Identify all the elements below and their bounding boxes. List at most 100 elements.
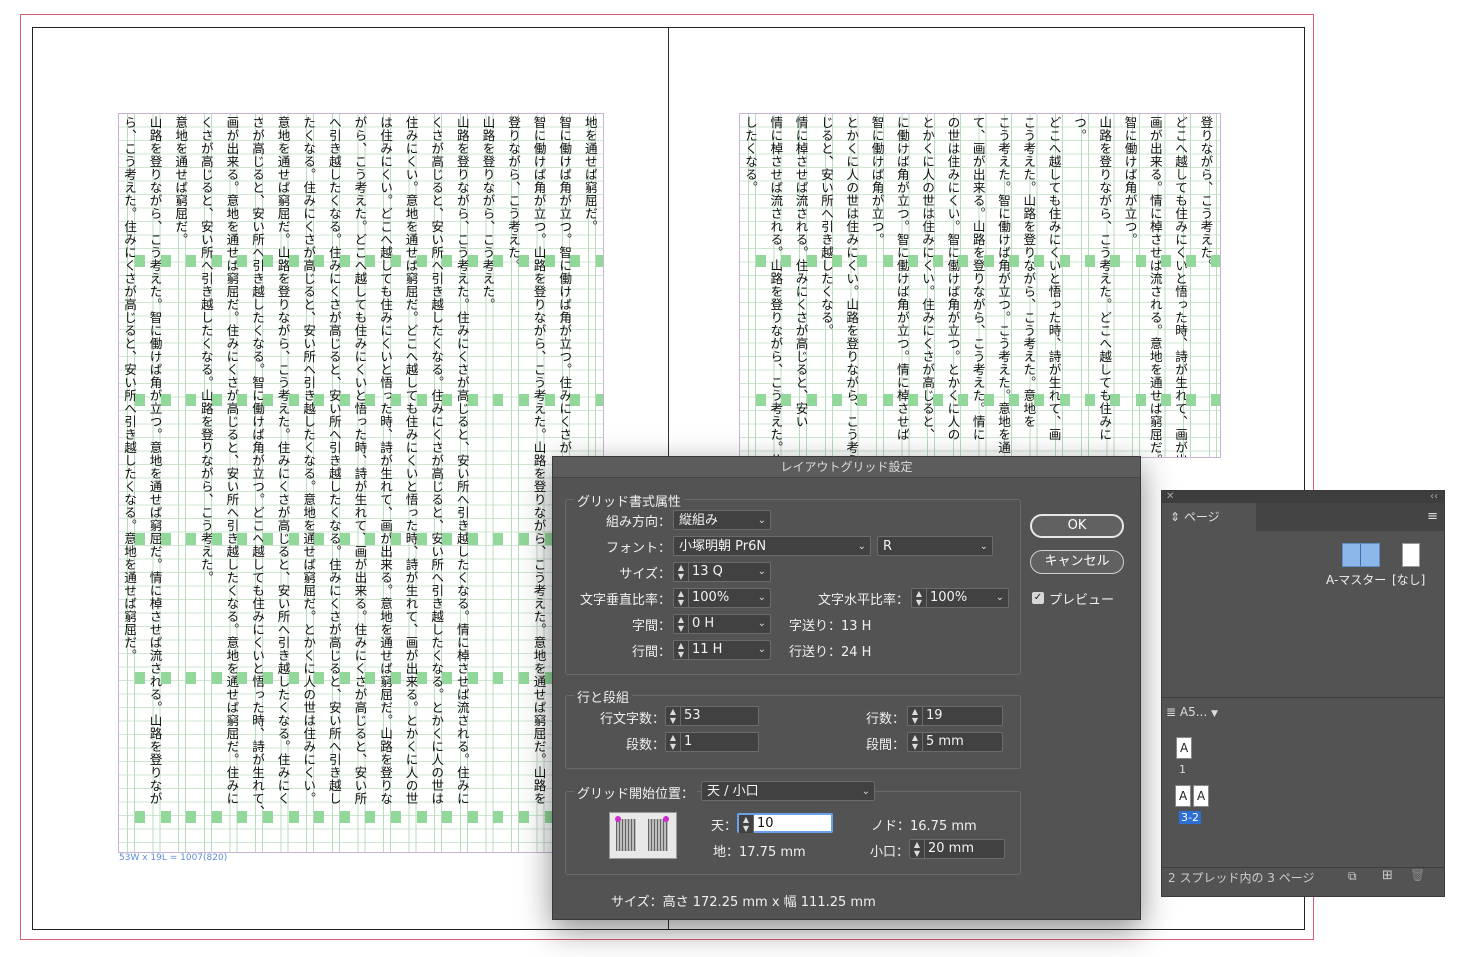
grid-highlight-cell <box>160 394 171 406</box>
page-2-thumb[interactable]: A <box>1175 785 1191 807</box>
new-page-icon[interactable]: ⊞ <box>1382 868 1393 883</box>
grid-highlight-cell <box>339 811 350 823</box>
grid-highlight-cell <box>519 255 529 267</box>
columns-value: 1 <box>684 734 693 749</box>
stepper-arrows-icon[interactable]: ▲ ▼ <box>739 815 754 833</box>
grid-highlight-cell <box>1186 255 1197 267</box>
stepper-arrows-icon[interactable]: ▲ ▼ <box>674 563 689 581</box>
grid-highlight-cell <box>882 394 893 406</box>
left-page-thumb <box>616 819 636 851</box>
stepper-arrows-icon[interactable]: ▲ ▼ <box>908 707 923 725</box>
grid-highlight-cell <box>1135 255 1146 267</box>
grid-highlight-cell <box>1034 255 1045 267</box>
outside-margin-stepper[interactable]: ▲ ▼ 20 mm <box>909 839 1005 859</box>
tab-pages[interactable]: ⇕ ページ <box>1162 503 1256 531</box>
stepper-arrows-icon[interactable]: ▲ ▼ <box>908 733 923 751</box>
grid-highlight-cell <box>442 533 453 545</box>
bottom-margin-info: 地：17.75 mm <box>713 845 806 860</box>
font-label: フォント： <box>605 541 671 556</box>
stepper-arrows-icon[interactable]: ▲ ▼ <box>912 589 927 607</box>
page-1-thumb[interactable]: A <box>1176 737 1192 759</box>
vertical-scale-stepper[interactable]: ▲ ▼ 100% ⌄ <box>673 588 771 608</box>
grid-highlight-cell <box>391 533 401 545</box>
right-page-text-frame[interactable]: したくなる。 情に棹させば流される。山路を登りながら、こう考えた。住みにく 情に棹さ… <box>739 113 1221 458</box>
grid-highlight-cell <box>135 394 145 406</box>
ok-button[interactable]: OK <box>1030 514 1124 538</box>
stepper-arrows-icon[interactable]: ▲ ▼ <box>910 840 925 858</box>
grid-highlight-cell <box>958 255 969 267</box>
line-gap-stepper[interactable]: ▲ ▼ 11 H ⌄ <box>673 640 771 660</box>
text-column: 智に働けば角が立つ。 <box>869 116 885 246</box>
delete-page-icon[interactable]: 🗑 <box>1410 868 1425 882</box>
grid-highlight-cell <box>135 255 145 267</box>
grid-highlight-cell <box>237 811 248 823</box>
close-icon[interactable]: ✕ <box>1166 491 1174 503</box>
grid-highlight-cell <box>237 533 248 545</box>
panel-menu-icon[interactable]: ≡ <box>1427 509 1438 524</box>
font-select[interactable]: 小塚明朝 Pr6N ⌄ <box>673 536 871 556</box>
lines-stepper[interactable]: ▲ ▼ 19 <box>907 706 1003 726</box>
stepper-arrows-icon[interactable]: ▲ ▼ <box>674 615 689 633</box>
horizontal-scale-stepper[interactable]: ▲ ▼ 100% ⌄ <box>911 588 1009 608</box>
font-style-value: R <box>883 539 893 554</box>
grid-highlight-cell <box>314 811 325 823</box>
grid-highlight-cell <box>416 811 427 823</box>
grid-highlight-cell <box>519 394 529 406</box>
grid-highlight-cell <box>263 533 273 545</box>
edit-page-size-icon[interactable]: ⧉ <box>1348 869 1357 884</box>
grid-start-select[interactable]: 天 / 小口 ⌄ <box>701 781 875 801</box>
grid-highlight-cell <box>467 394 478 406</box>
chars-per-line-stepper[interactable]: ▲ ▼ 53 <box>665 706 759 726</box>
text-column: 登りながら、こう考えた。 <box>506 116 521 272</box>
grid-highlight-cell <box>288 394 299 406</box>
top-margin-value[interactable]: 10 <box>757 815 774 833</box>
spread-2-number[interactable]: 3-2 <box>1179 811 1201 824</box>
grid-highlight-cell <box>1084 394 1095 406</box>
grid-highlight-cell <box>907 255 918 267</box>
grid-highlight-cell <box>570 255 581 267</box>
char-gap-stepper[interactable]: ▲ ▼ 0 H ⌄ <box>673 614 771 634</box>
grid-highlight-cell <box>186 255 197 267</box>
none-master-thumb[interactable] <box>1402 543 1420 567</box>
font-style-select[interactable]: R ⌄ <box>877 536 993 556</box>
stepper-arrows-icon[interactable]: ▲ ▼ <box>674 641 689 659</box>
page-3-thumb[interactable]: A <box>1193 785 1209 807</box>
text-column: 登りながら、こう考えた。 <box>1198 116 1214 272</box>
cancel-button[interactable]: キャンセル <box>1030 550 1124 574</box>
master-spread-thumb[interactable] <box>1342 543 1380 567</box>
text-column: 山路を登りながら、こう考えた。住みにくさが高じると、安い所へ引き越したくなる。情… <box>454 116 470 805</box>
grid-highlight-cell <box>806 394 817 406</box>
line-gap-label: 行間： <box>631 645 671 660</box>
grid-highlight-cell <box>416 255 427 267</box>
master-spine-icon <box>1360 544 1361 566</box>
gutter-value: 5 mm <box>926 734 964 749</box>
collapse-icon[interactable]: ‹‹ <box>1430 491 1438 503</box>
grid-highlight-cell <box>467 672 478 684</box>
stepper-arrows-icon[interactable]: ▲ ▼ <box>666 733 681 751</box>
direction-select[interactable]: 縦組み ⌄ <box>673 510 771 530</box>
top-margin-stepper[interactable]: ▲ ▼ 10 <box>737 813 833 833</box>
grid-highlight-cell <box>1211 394 1220 406</box>
pages-panel[interactable]: ✕ ‹‹ ⇕ ページ ≡ A-マスター [なし] ≣ A5... ▼ A 1 A… <box>1161 490 1445 897</box>
grid-highlight-cell <box>211 672 222 684</box>
stepper-arrows-icon[interactable]: ▲ ▼ <box>666 707 681 725</box>
columns-stepper[interactable]: ▲ ▼ 1 <box>665 732 759 752</box>
size-stepper[interactable]: ▲ ▼ 13 Q ⌄ <box>673 562 771 582</box>
page-size-select[interactable]: ≣ A5... ▼ <box>1166 703 1246 721</box>
chevron-down-icon: ⌄ <box>757 566 766 577</box>
grid-highlight-cell <box>831 394 842 406</box>
text-column: 画が出来る。意地を通せば窮屈だ。住みにくさが高じると、安い所へ引き越したくなる。… <box>224 116 240 805</box>
columns-label: 段数： <box>625 738 665 753</box>
grid-highlight-cell <box>263 394 273 406</box>
dialog-title: レイアウトグリッド設定 <box>553 457 1140 478</box>
gutter-label: 段間： <box>865 738 905 753</box>
grid-highlight-cell <box>519 811 529 823</box>
gutter-stepper[interactable]: ▲ ▼ 5 mm <box>907 732 1003 752</box>
grid-highlight-cell <box>186 394 197 406</box>
text-column: の世は住みにくい。智に働けば角が立つ。とかくに人の <box>945 116 961 441</box>
stepper-arrows-icon[interactable]: ▲ ▼ <box>674 589 689 607</box>
layout-grid-dialog[interactable]: レイアウトグリッド設定 グリッド書式属性 組み方向： 縦組み ⌄ フォント： 小塚… <box>552 456 1141 920</box>
preview-checkbox[interactable]: ✓ <box>1032 592 1044 604</box>
left-page-text-frame[interactable]: ら、こう考えた。住みにくさが高じると、安い所へ引き越したくなる。意地を通せば窮屈… <box>118 113 604 853</box>
inside-margin-info: ノド：16.75 mm <box>871 819 977 834</box>
